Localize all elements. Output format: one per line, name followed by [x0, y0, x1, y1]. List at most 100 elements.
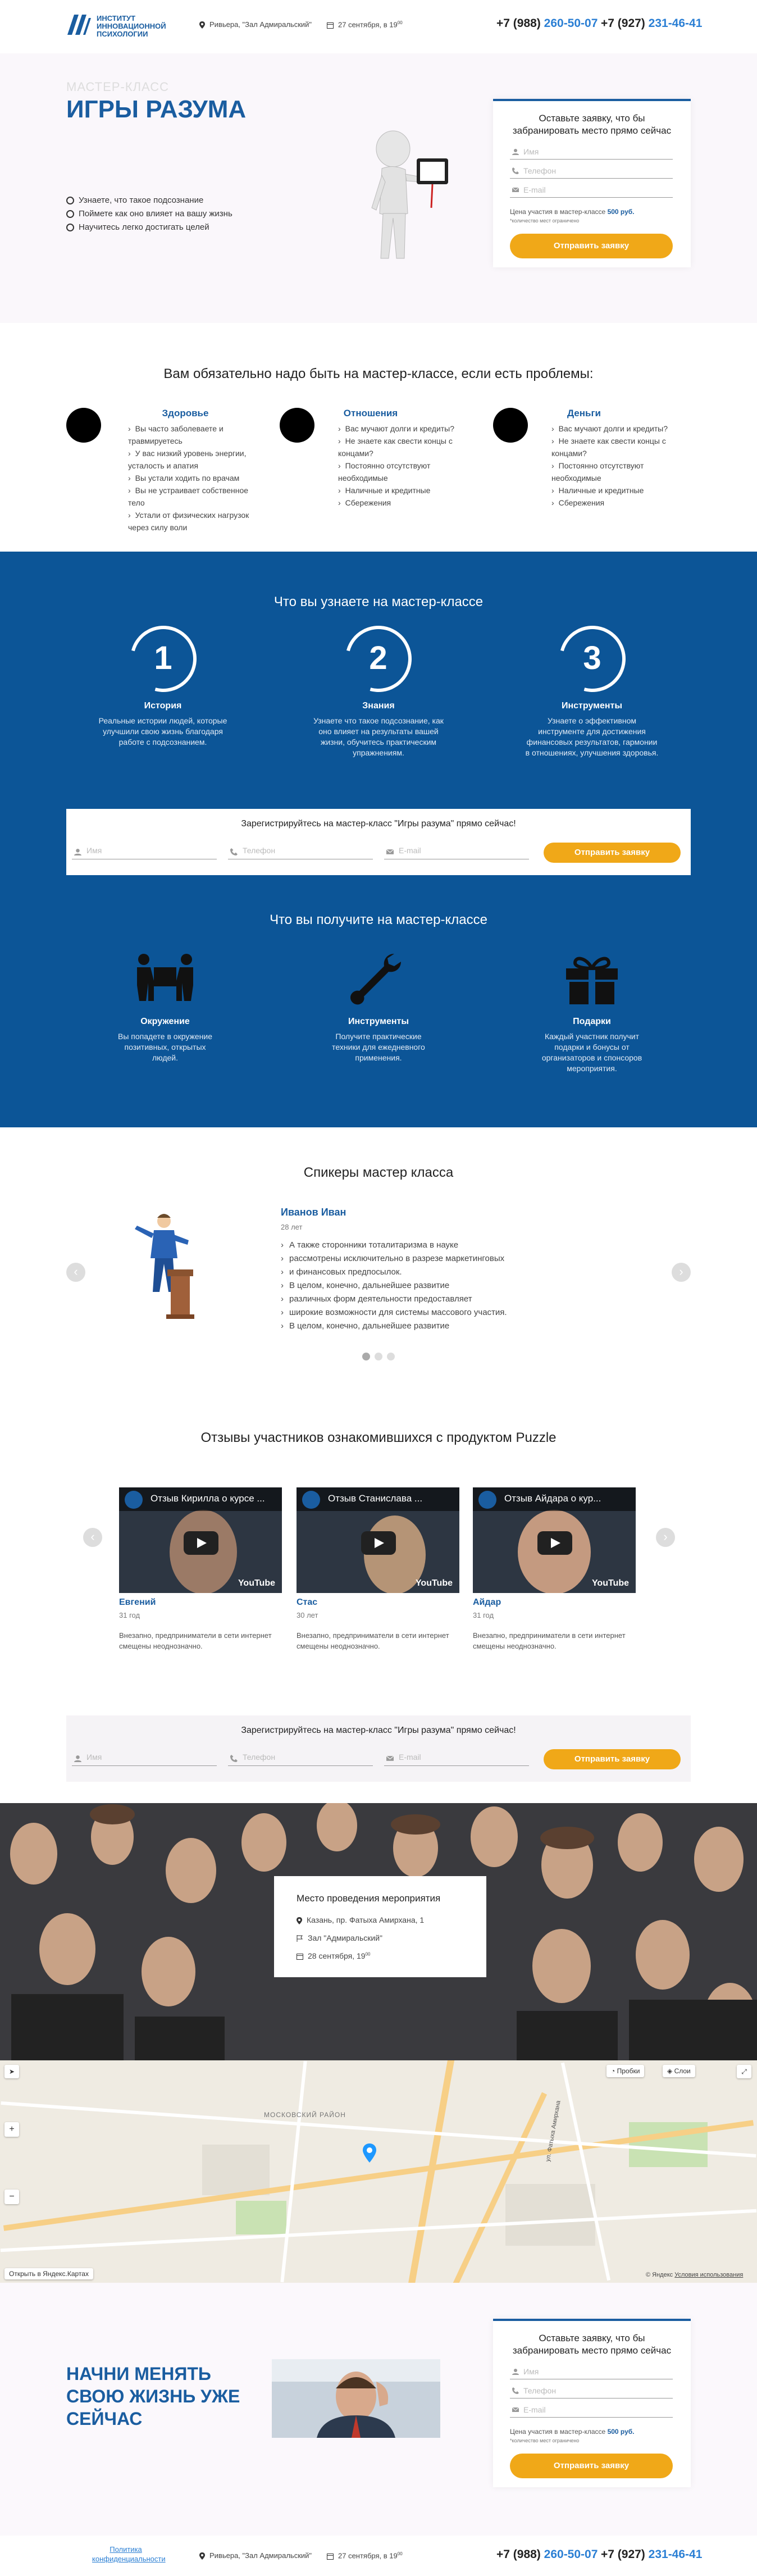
location-pin-icon: [199, 21, 205, 29]
slider-dot[interactable]: [375, 1353, 382, 1360]
yandex-map[interactable]: МОСКОВСКИЙ РАЙОН ул. Фатыха Амирхана ◔ П…: [0, 2060, 757, 2283]
mail-icon: [512, 187, 519, 192]
check-circle-icon: [66, 224, 74, 232]
problems-title: Вам обязательно надо быть на мастер-клас…: [163, 366, 594, 381]
submit-button[interactable]: Отправить заявку: [510, 234, 673, 258]
map-block: [505, 2184, 595, 2246]
open-in-yandex-link[interactable]: Открыть в Яндекс.Картах: [4, 2268, 93, 2279]
map-street: [560, 2062, 611, 2281]
submit-button[interactable]: Отправить заявку: [510, 2454, 673, 2478]
price-text: Цена участия в мастер-классе 500 руб.: [510, 208, 635, 216]
problem-health: Здоровье Вы часто заболеваете и травмиру…: [66, 408, 270, 534]
3d-figure-illustration: [371, 130, 448, 259]
review-text: Внезапно, предприниматели в сети интерне…: [119, 1631, 272, 1650]
phone-field[interactable]: Телефон: [510, 164, 673, 179]
play-icon[interactable]: [184, 1531, 218, 1555]
email-field[interactable]: E-mail: [510, 2403, 673, 2418]
map-terms-link[interactable]: Условия использования: [674, 2272, 743, 2278]
speakers-prev-arrow[interactable]: ‹: [66, 1263, 85, 1282]
slider-dot[interactable]: [362, 1353, 370, 1360]
phone-field[interactable]: Телефон: [228, 846, 373, 859]
register-bar: Зарегистрируйтесь на мастер-класс "Игры …: [66, 809, 691, 875]
venue-address: Казань, пр. Фатыха Амирхана, 1: [297, 1915, 424, 1924]
venue-hall: Зал "Адмиральский": [297, 1933, 382, 1942]
phone-1[interactable]: +7 (988) 260-50-07: [496, 17, 598, 30]
footer-place: Ривьера, "Зал Адмиральский": [199, 2551, 312, 2560]
check-circle-icon: [66, 210, 74, 219]
name-field[interactable]: Имя: [72, 846, 217, 859]
phone-2[interactable]: +7 (927) 231-46-41: [601, 17, 702, 30]
review-video[interactable]: Отзыв Айдара о кур... YouTube: [473, 1487, 636, 1593]
email-field[interactable]: E-mail: [510, 183, 673, 198]
layers-button[interactable]: ◈ Слои: [663, 2065, 695, 2077]
get-title: Что вы получите на мастер-классе: [270, 912, 487, 927]
review-video[interactable]: Отзыв Станислава ... YouTube: [297, 1487, 459, 1593]
reviewer-age: 31 год: [119, 1611, 140, 1619]
site-header: ИНСТИТУТ ИННОВАЦИОННОЙ ПСИХОЛОГИИ Ривьера,…: [0, 0, 757, 53]
number-circle: 2: [333, 613, 424, 704]
number-circle: 3: [547, 613, 638, 704]
header-date: 27 сентября, в 1900: [327, 20, 403, 29]
form-title: Оставьте заявку, что бы забранировать ме…: [512, 2333, 672, 2356]
privacy-link[interactable]: Политика конфиденциальности: [92, 2545, 166, 2564]
channel-avatar: [125, 1491, 143, 1509]
venue-date: 28 сентября, 1900: [297, 1951, 370, 1960]
venue-title: Место проведения мероприятия: [297, 1893, 441, 1904]
map-marker-icon[interactable]: [363, 2143, 376, 2163]
name-field[interactable]: Имя: [72, 1753, 217, 1766]
register-bar: Зарегистрируйтесь на мастер-класс "Игры …: [66, 1715, 691, 1782]
problem-money: Деньги Вас мучают долги и кредиты?Не зна…: [493, 408, 696, 509]
submit-button[interactable]: Отправить заявку: [544, 1749, 681, 1769]
reviews-prev-arrow[interactable]: ‹: [83, 1528, 102, 1547]
user-icon: [512, 2369, 519, 2375]
traffic-button[interactable]: ◔ Пробки: [606, 2065, 645, 2077]
name-field[interactable]: Имя: [510, 2365, 673, 2379]
fullscreen-icon[interactable]: ⤢: [737, 2065, 751, 2078]
email-field[interactable]: E-mail: [384, 846, 529, 859]
youtube-logo: YouTube: [238, 1578, 275, 1588]
slider-dot[interactable]: [387, 1353, 395, 1360]
channel-avatar: [478, 1491, 496, 1509]
phone-icon: [230, 848, 238, 855]
email-field[interactable]: E-mail: [384, 1753, 529, 1766]
zoom-in-icon[interactable]: +: [4, 2122, 19, 2137]
review-text: Внезапно, предприниматели в сети интерне…: [473, 1631, 626, 1650]
speaker-illustration: [135, 1214, 194, 1319]
relations-icon: [280, 408, 314, 443]
review-video[interactable]: Отзыв Кирилла о курсе ... YouTube: [119, 1487, 282, 1593]
play-icon[interactable]: [361, 1531, 396, 1555]
user-icon: [74, 849, 81, 855]
hero-benefit: Поймете как оно влияет на вашу жизнь: [66, 207, 232, 221]
hero-benefits: Узнаете, что такое подсознание Поймете к…: [66, 194, 232, 234]
map-road: [3, 2120, 754, 2231]
limited-note: *количество мест ограничено: [510, 218, 580, 224]
venue-card: Место проведения мероприятия Казань, пр.…: [274, 1876, 486, 1977]
wrench-icon: [350, 954, 401, 1005]
locate-icon[interactable]: ➤: [4, 2065, 19, 2078]
speakers-next-arrow[interactable]: ›: [672, 1263, 691, 1282]
phone-field[interactable]: Телефон: [228, 1753, 373, 1766]
people-carry-icon: [137, 954, 193, 1001]
phone-2[interactable]: +7 (927) 231-46-41: [601, 2548, 702, 2561]
zoom-out-icon[interactable]: −: [4, 2190, 19, 2204]
submit-button[interactable]: Отправить заявку: [544, 843, 681, 863]
calendar-icon: [327, 22, 334, 29]
phone-1[interactable]: +7 (988) 260-50-07: [496, 2548, 598, 2561]
problem-relations: Отношения Вас мучают долги и кредиты?Не …: [280, 408, 483, 509]
name-field[interactable]: Имя: [510, 145, 673, 160]
traffic-icon: ◔: [611, 2067, 617, 2075]
phone-field[interactable]: Телефон: [510, 2384, 673, 2398]
header-place: Ривьера, "Зал Адмиральский": [199, 20, 312, 29]
learn-title: Что вы узнаете на мастер-классе: [273, 594, 484, 609]
play-icon[interactable]: [537, 1531, 572, 1555]
reviews-next-arrow[interactable]: ›: [656, 1528, 675, 1547]
video-title: Отзыв Кирилла о курсе ...: [119, 1487, 282, 1511]
learn-get-section: Что вы узнаете на мастер-классе 1 Истори…: [0, 552, 757, 1127]
logo-icon[interactable]: [66, 12, 91, 36]
get-item: Инструменты Получите практические техники…: [332, 1017, 425, 1062]
phone-icon: [230, 1755, 238, 1762]
speaker-bio: А также сторонники тоталитаризма в науке…: [281, 1239, 507, 1333]
stressed-man-photo: [272, 2359, 440, 2438]
youtube-logo: YouTube: [415, 1578, 453, 1588]
flag-icon: [297, 1935, 303, 1942]
